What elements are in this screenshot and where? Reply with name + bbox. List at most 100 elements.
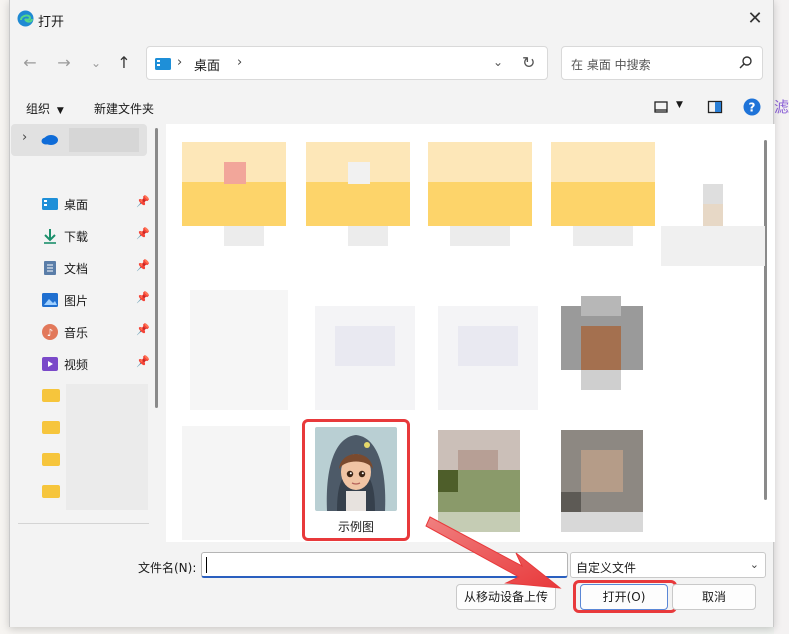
nav-divider <box>18 523 149 524</box>
thumb-block <box>182 182 286 226</box>
music-icon: ♪ <box>42 324 58 340</box>
background-filter-text: 滤 <box>774 98 789 116</box>
sidebar-item-label: 音乐 <box>64 326 89 340</box>
file-type-value: 自定义文件 <box>576 561 637 575</box>
pin-icon: 📌 <box>136 227 150 240</box>
forward-arrow-icon[interactable]: → <box>53 52 75 74</box>
text-caret <box>206 557 207 573</box>
back-arrow-icon[interactable]: ← <box>19 52 41 74</box>
thumb-block <box>561 512 643 532</box>
file-tile-redacted[interactable] <box>306 142 410 268</box>
dialog-title: 打开 <box>38 15 65 30</box>
download-icon <box>44 229 56 244</box>
thumb-block <box>306 182 410 226</box>
cancel-button[interactable]: 取消 <box>672 584 756 610</box>
search-icon[interactable] <box>739 55 753 69</box>
video-icon <box>42 357 58 371</box>
chevron-down-icon: ⌄ <box>749 558 759 571</box>
svg-text:?: ? <box>749 101 756 115</box>
file-tile-redacted[interactable] <box>438 430 520 532</box>
file-tile-redacted[interactable] <box>190 290 288 410</box>
open-button[interactable]: 打开(O) <box>580 584 668 610</box>
navigation-scrollbar[interactable] <box>155 128 158 408</box>
organize-dropdown-icon: ▼ <box>56 106 64 116</box>
picture-icon <box>42 293 58 307</box>
sidebar-item-documents[interactable]: 文档 📌 <box>42 257 152 279</box>
recent-locations-chevron-icon[interactable]: ⌄ <box>85 52 107 74</box>
organize-button[interactable]: 组织 ▼ <box>26 100 64 117</box>
thumb-block <box>581 326 621 370</box>
sidebar-item-label: 文档 <box>64 262 89 276</box>
file-tile-redacted[interactable] <box>551 142 655 268</box>
edge-browser-icon <box>17 10 34 27</box>
sidebar-item-label: 视频 <box>64 358 89 372</box>
desktop-location-icon <box>155 58 171 70</box>
breadcrumb-separator: › <box>177 55 183 70</box>
sidebar-item-music[interactable]: ♪ 音乐 📌 <box>42 321 152 343</box>
file-tile-redacted[interactable] <box>438 306 538 410</box>
thumb-block <box>335 326 395 366</box>
search-box[interactable]: 在 桌面 中搜索 <box>561 46 763 80</box>
thumb-block <box>561 492 581 512</box>
breadcrumb-desktop[interactable]: 桌面 <box>194 55 220 74</box>
upload-from-mobile-button[interactable]: 从移动设备上传 <box>456 584 556 610</box>
search-placeholder: 在 桌面 中搜索 <box>571 58 651 72</box>
nav-item-onedrive[interactable]: › <box>11 124 147 156</box>
thumb-block <box>458 326 518 366</box>
thumb-block <box>703 204 723 226</box>
file-tile-redacted[interactable] <box>428 142 532 268</box>
pin-icon: 📌 <box>136 195 150 208</box>
file-tile-redacted[interactable] <box>182 426 290 540</box>
file-tile-redacted[interactable] <box>661 184 765 284</box>
file-tile-redacted[interactable] <box>182 142 286 268</box>
onedrive-label-redacted <box>69 128 139 152</box>
help-icon[interactable]: ? <box>743 98 761 116</box>
thumb-block <box>551 182 655 226</box>
breadcrumb-separator[interactable]: › <box>237 55 242 70</box>
thumb-block <box>438 512 520 532</box>
thumb-block <box>703 184 723 204</box>
pin-icon: 📌 <box>136 323 150 336</box>
file-tile-redacted[interactable] <box>561 430 643 532</box>
thumb-block <box>348 226 388 246</box>
document-icon <box>44 261 56 275</box>
filename-label: 文件名(N): <box>138 561 197 575</box>
sidebar-item-desktop[interactable]: 桌面 📌 <box>42 193 152 215</box>
address-bar[interactable]: › 桌面 › ⌄ ↻ <box>146 46 548 80</box>
thumb-block <box>458 450 498 470</box>
file-type-select[interactable]: 自定义文件 ⌄ <box>570 552 766 578</box>
file-tile-redacted[interactable] <box>315 306 415 410</box>
folder-icon[interactable] <box>42 453 60 466</box>
address-dropdown-chevron-icon[interactable]: ⌄ <box>493 55 503 69</box>
thumb-block <box>224 162 246 184</box>
sidebar-item-pictures[interactable]: 图片 📌 <box>42 289 152 311</box>
example-image-thumbnail <box>315 427 397 511</box>
refresh-icon[interactable]: ↻ <box>522 53 535 72</box>
folder-icon[interactable] <box>42 421 60 434</box>
up-arrow-icon[interactable]: ↑ <box>113 52 135 74</box>
file-name-label: 示例图 <box>337 520 374 534</box>
expand-chevron-icon[interactable]: › <box>22 130 27 145</box>
new-folder-button[interactable]: 新建文件夹 <box>94 100 154 117</box>
file-tile-example-image[interactable]: 示例图 <box>302 419 410 541</box>
preview-pane-icon[interactable] <box>707 99 723 115</box>
close-button[interactable]: ✕ <box>743 7 767 31</box>
title-bar: 打开 ✕ <box>10 0 773 38</box>
view-mode-icon[interactable] <box>653 99 669 115</box>
thumb-block <box>224 226 264 246</box>
thumb-block <box>428 182 532 226</box>
folder-icon[interactable] <box>42 389 60 402</box>
thumb-block <box>661 226 765 266</box>
folder-labels-redacted <box>66 384 148 510</box>
svg-text:♪: ♪ <box>47 328 53 339</box>
thumb-block <box>348 162 370 184</box>
view-mode-dropdown-icon[interactable]: ▼ <box>676 100 683 110</box>
file-tile-redacted[interactable] <box>561 286 643 390</box>
sidebar-item-videos[interactable]: 视频 📌 <box>42 353 152 375</box>
thumb-block <box>581 450 623 492</box>
thumb-block <box>450 226 510 246</box>
sidebar-item-downloads[interactable]: 下载 📌 <box>42 225 152 247</box>
folder-icon[interactable] <box>42 485 60 498</box>
filename-input[interactable] <box>201 552 568 578</box>
onedrive-cloud-icon <box>41 135 58 145</box>
